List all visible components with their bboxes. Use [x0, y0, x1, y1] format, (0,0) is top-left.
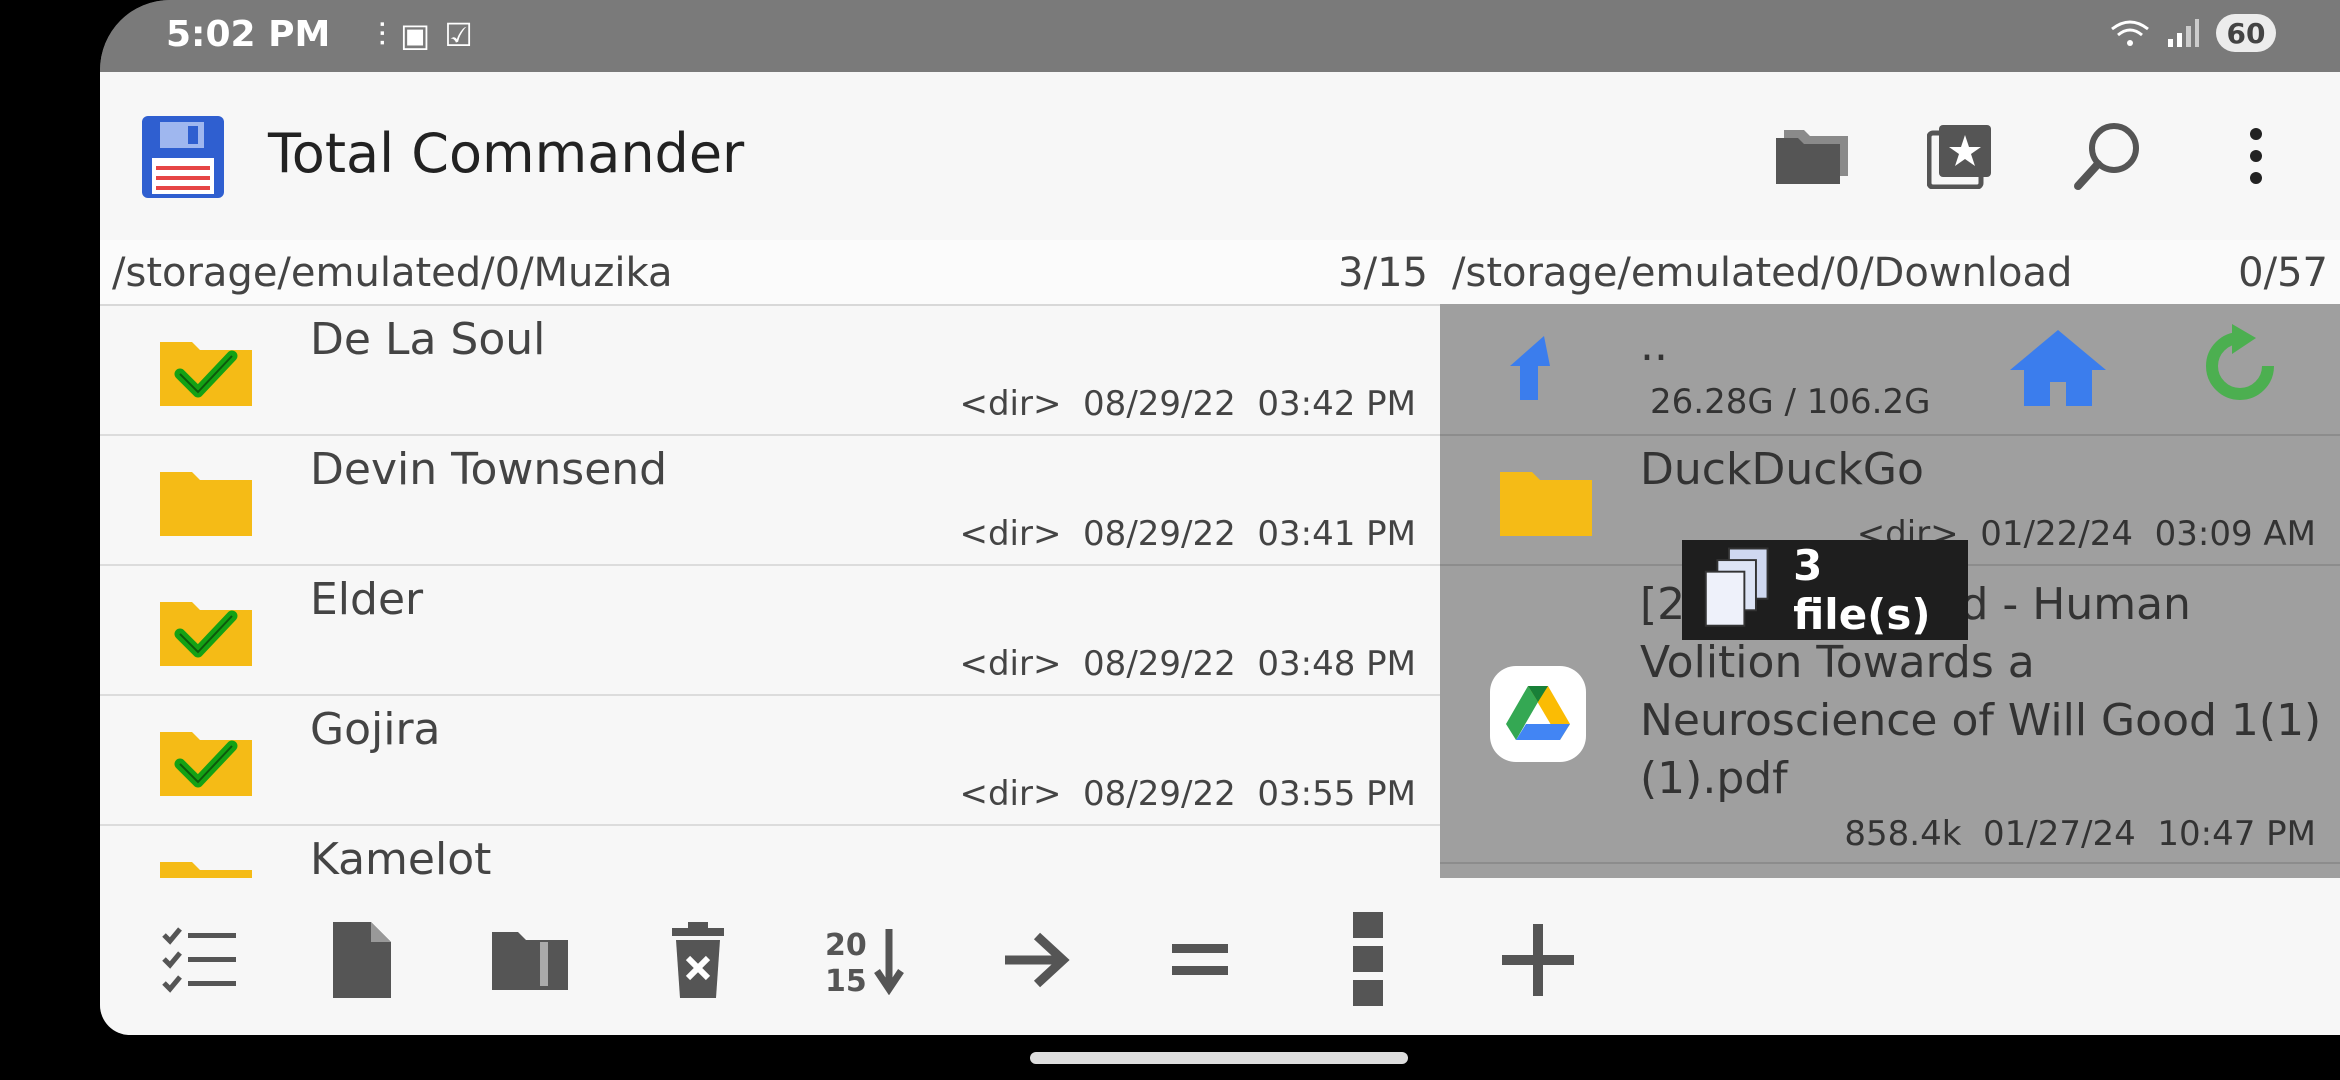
compare-button[interactable] — [1154, 914, 1246, 1006]
free-space: 26.28G / 106.2G — [1650, 382, 1931, 422]
search-button[interactable] — [2064, 112, 2152, 200]
bottom-toolbar: 20 15 — [100, 878, 2340, 1035]
list-item[interactable]: Devin Townsend <dir> 08/29/22 03:41 PM — [100, 436, 1440, 566]
new-file-button[interactable] — [316, 914, 408, 1006]
screenshot-icon: ▣ — [400, 16, 431, 54]
drag-count-label: 3 file(s) — [1793, 541, 1931, 639]
folder-checked-icon — [160, 342, 252, 406]
sort-button[interactable]: 20 15 — [820, 914, 912, 1006]
device-screen: 5:02 PM ⫶ ▣ ☑ 60 Total Commander /storag… — [100, 0, 2340, 1035]
view-mode-button[interactable] — [1322, 912, 1414, 1006]
item-name: Gojira — [310, 704, 441, 755]
left-file-list: De La Soul <dir> 08/29/22 03:42 PM Devin… — [100, 306, 1440, 878]
home-icon[interactable] — [2008, 328, 2108, 408]
item-meta: <dir> 08/29/22 03:55 PM — [959, 774, 1416, 814]
item-meta: <dir> 08/29/22 03:42 PM — [959, 384, 1416, 424]
item-name: Kamelot — [310, 834, 492, 878]
search-icon — [2074, 123, 2139, 190]
copy-files-icon — [1704, 547, 1769, 627]
folder-checked-icon — [160, 602, 252, 666]
list-item[interactable]: Elder <dir> 08/29/22 03:48 PM — [100, 566, 1440, 696]
folders-button[interactable] — [1768, 112, 1856, 200]
status-bar: 5:02 PM ⫶ ▣ ☑ 60 — [100, 0, 2340, 72]
svg-text:15: 15 — [825, 964, 867, 995]
select-button[interactable] — [154, 914, 246, 1006]
copy-move-button[interactable] — [990, 914, 1082, 1006]
right-selection-count: 0/57 — [2238, 250, 2328, 296]
right-path-bar[interactable]: /storage/emulated/0/Download 0/57 — [1440, 240, 2340, 304]
bookmark-star-icon — [1927, 125, 1991, 189]
left-file-panel[interactable]: /storage/emulated/0/Muzika 3/15 De La So… — [100, 240, 1440, 878]
list-item[interactable]: De La Soul <dir> 08/29/22 03:42 PM — [100, 306, 1440, 436]
sort-icon: 20 15 — [825, 928, 904, 995]
delete-button[interactable] — [652, 914, 744, 1006]
battery-indicator: 60 — [2216, 14, 2276, 52]
status-time: 5:02 PM — [166, 14, 331, 55]
item-name: DuckDuckGo — [1640, 444, 1924, 495]
refresh-icon[interactable] — [2198, 324, 2282, 408]
add-button[interactable] — [1492, 914, 1584, 1006]
checkbox-icon: ☑ — [444, 16, 473, 54]
item-meta: <dir> 08/29/22 03:48 PM — [959, 644, 1416, 684]
right-path: /storage/emulated/0/Download — [1452, 250, 2073, 296]
arrow-right-icon — [1005, 932, 1070, 988]
plus-icon — [1502, 924, 1574, 996]
more-vert-icon — [2250, 128, 2262, 184]
list-item[interactable]: Kamelot — [100, 826, 1440, 878]
zip-folder-icon — [492, 932, 568, 990]
wifi-icon — [2111, 20, 2149, 46]
trash-icon — [672, 922, 724, 998]
notification-icons: ⫶ ▣ ☑ — [378, 16, 473, 55]
app-bar: Total Commander — [100, 72, 2340, 240]
gesture-nav-bar[interactable] — [1030, 1052, 1408, 1064]
folder-icon — [1500, 472, 1592, 536]
item-meta: <dir> 08/29/22 03:41 PM — [959, 514, 1416, 554]
parent-dir-row[interactable]: .. 26.28G / 106.2G — [1440, 306, 2340, 436]
footsteps-icon: ⫶ — [378, 16, 387, 54]
app-title: Total Commander — [268, 122, 745, 185]
vertical-blocks-icon — [1353, 912, 1383, 1006]
signal-icon — [2168, 19, 2199, 47]
status-right: 60 — [2110, 14, 2276, 52]
bookmarks-button[interactable] — [1916, 112, 2004, 200]
item-name: Devin Townsend — [310, 444, 668, 495]
google-drive-icon — [1490, 666, 1586, 762]
zip-button[interactable] — [484, 914, 576, 1006]
floppy-disk-logo-icon — [142, 116, 224, 198]
folder-icon — [160, 862, 252, 878]
equals-icon — [1172, 944, 1228, 975]
folders-icon — [1776, 130, 1848, 184]
list-item[interactable]: Gojira <dir> 08/29/22 03:55 PM — [100, 696, 1440, 826]
parent-dir-label: .. — [1640, 320, 1668, 371]
item-name: De La Soul — [310, 314, 546, 365]
folder-icon — [160, 472, 252, 536]
item-meta: 858.4k 01/27/24 10:47 PM — [1844, 814, 2316, 854]
left-selection-count: 3/15 — [1338, 250, 1428, 296]
svg-text:20: 20 — [825, 928, 867, 963]
folder-checked-icon — [160, 732, 252, 796]
item-name: Elder — [310, 574, 424, 625]
file-icon — [333, 922, 391, 998]
appbar-actions — [1768, 112, 2300, 200]
arrow-up-icon — [1510, 336, 1550, 400]
checklist-icon — [162, 927, 236, 993]
overflow-menu-button[interactable] — [2212, 112, 2300, 200]
left-path-bar[interactable]: /storage/emulated/0/Muzika 3/15 — [100, 240, 1440, 306]
drag-files-badge: 3 file(s) — [1682, 540, 1968, 640]
left-path: /storage/emulated/0/Muzika — [112, 250, 673, 296]
